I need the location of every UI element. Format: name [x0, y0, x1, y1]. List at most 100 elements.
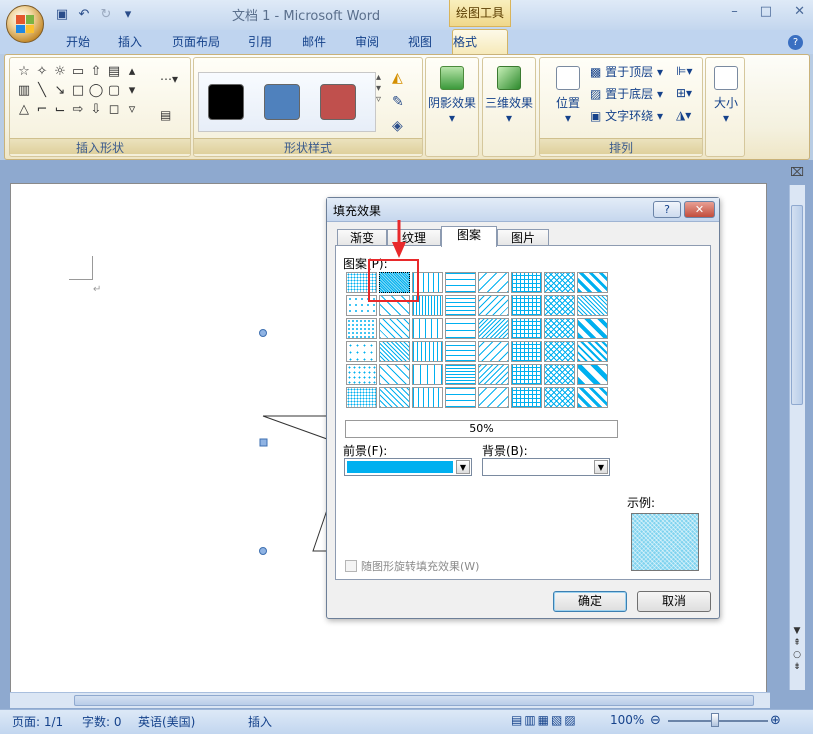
pattern-swatch[interactable] [478, 341, 509, 362]
tab-pattern[interactable]: 图案 [441, 226, 497, 247]
language[interactable]: 英语(美国) [138, 713, 195, 730]
pattern-swatch[interactable] [577, 295, 608, 316]
pattern-swatch[interactable] [379, 318, 410, 339]
scroll-down-icon[interactable]: ▾ [123, 83, 141, 102]
maximize-button[interactable]: □ [760, 4, 772, 19]
zoom-in-icon[interactable]: ⊕ [770, 713, 781, 728]
background-color-select[interactable]: ▼ [482, 458, 610, 476]
gallery-scroll-icon[interactable]: ▴ ▾ ▿ [376, 72, 381, 105]
callout-icon[interactable]: ◻ [105, 102, 123, 121]
pattern-swatch[interactable] [511, 341, 542, 362]
foreground-color-select[interactable]: ▼ [344, 458, 472, 476]
pattern-swatch[interactable] [544, 272, 575, 293]
pattern-swatch[interactable] [445, 364, 476, 385]
line-icon[interactable]: ╲ [33, 83, 51, 102]
pattern-swatch[interactable] [511, 295, 542, 316]
edit-shape-icon[interactable]: ⋯▾ [160, 72, 178, 86]
send-to-back-button[interactable]: ▨ 置于底层 ▾ [590, 84, 663, 104]
resize-handle[interactable] [259, 438, 268, 447]
pattern-swatch[interactable] [412, 341, 443, 362]
pattern-swatch[interactable] [544, 364, 575, 385]
style-swatch-red[interactable] [320, 84, 356, 120]
3d-effects-button[interactable]: 三维效果 ▾ [483, 62, 535, 125]
right-arrow-icon[interactable]: ⇨ [69, 102, 87, 121]
style-swatch-black[interactable] [208, 84, 244, 120]
rotate-checkbox[interactable] [345, 560, 357, 572]
pattern-swatch[interactable] [577, 318, 608, 339]
resize-handle[interactable] [259, 547, 267, 555]
pattern-swatch[interactable] [379, 341, 410, 362]
pattern-swatch[interactable] [412, 318, 443, 339]
tab-insert[interactable]: 插入 [110, 33, 150, 54]
browse-controls[interactable]: ▼ ⇞ ○ ⇟ [790, 625, 804, 673]
customize-qat-icon[interactable]: ▾ [120, 7, 136, 23]
tab-home[interactable]: 开始 [58, 33, 98, 54]
zoom-level[interactable]: 100% [610, 713, 644, 727]
bring-to-front-button[interactable]: ▩ 置于顶层 ▾ [590, 62, 663, 82]
elbow2-icon[interactable]: ⌙ [51, 102, 69, 121]
insert-mode[interactable]: 插入 [248, 713, 272, 730]
tab-review[interactable]: 审阅 [347, 33, 387, 54]
pattern-swatch[interactable] [346, 318, 377, 339]
dialog-close-button[interactable]: ✕ [684, 201, 715, 218]
elbow-icon[interactable]: ⌐ [33, 102, 51, 121]
align-icon[interactable]: ⊫▾ [676, 64, 692, 78]
group-icon[interactable]: ⊞▾ [676, 86, 692, 100]
pattern-swatch[interactable] [346, 341, 377, 362]
pattern-swatch[interactable] [346, 364, 377, 385]
tab-mailings[interactable]: 邮件 [294, 33, 334, 54]
pattern-swatch[interactable] [577, 341, 608, 362]
triangle-icon[interactable]: △ [15, 102, 33, 121]
arrow-line-icon[interactable]: ↘ [51, 83, 69, 102]
style-swatch-blue[interactable] [264, 84, 300, 120]
ok-button[interactable]: 确定 [553, 591, 627, 612]
down-arrow-icon[interactable]: ⇩ [87, 102, 105, 121]
outline-color-icon[interactable]: ✎ [392, 94, 404, 110]
office-button[interactable] [6, 5, 44, 43]
tab-view[interactable]: 视图 [400, 33, 440, 54]
pattern-swatch[interactable] [445, 272, 476, 293]
tab-references[interactable]: 引用 [240, 33, 280, 54]
up-arrow-icon[interactable]: ⇧ [87, 64, 105, 83]
pattern-swatch[interactable] [511, 318, 542, 339]
pattern-swatch[interactable] [346, 387, 377, 408]
page-count[interactable]: 页面: 1/1 [12, 713, 63, 730]
add-text-icon[interactable]: ▤ [160, 108, 171, 122]
pattern-swatch[interactable] [445, 387, 476, 408]
zoom-slider-thumb[interactable] [711, 713, 719, 727]
pattern-swatch[interactable] [544, 295, 575, 316]
minimize-button[interactable]: – [731, 4, 738, 19]
rotate-icon[interactable]: ◮▾ [676, 108, 691, 122]
rounded-rect-icon[interactable]: ▢ [105, 83, 123, 102]
textbox-icon[interactable]: ▤ [105, 64, 123, 83]
pattern-swatch[interactable] [478, 318, 509, 339]
sun-icon[interactable]: ☼ [51, 64, 69, 83]
shapes-gallery[interactable]: ☆ ✧ ☼ ▭ ⇧ ▤ ▴ ▥ ╲ ↘ □ ◯ ▢ ▾ △ ⌐ ⌙ ⇨ ⇩ ◻ ▿ [15, 64, 143, 121]
pattern-swatch[interactable] [445, 295, 476, 316]
change-shape-icon[interactable]: ◈ [392, 118, 403, 134]
size-button[interactable]: 大小 ▾ [700, 62, 752, 125]
pattern-swatch[interactable] [544, 318, 575, 339]
pattern-swatch[interactable] [478, 364, 509, 385]
tab-format[interactable]: 格式 [452, 29, 508, 55]
undo-icon[interactable]: ↶ [76, 7, 92, 23]
star5-icon[interactable]: ☆ [15, 64, 33, 83]
pattern-swatch[interactable] [478, 272, 509, 293]
redo-icon[interactable]: ↻ [98, 7, 114, 23]
position-button[interactable]: 位置 ▾ [542, 62, 594, 125]
pattern-swatch[interactable] [412, 364, 443, 385]
pattern-swatch[interactable] [544, 387, 575, 408]
pattern-swatch[interactable] [445, 341, 476, 362]
horizontal-scrollbar[interactable] [10, 692, 770, 708]
pattern-swatch[interactable] [577, 272, 608, 293]
oval-icon[interactable]: ◯ [87, 83, 105, 102]
pattern-swatch[interactable] [379, 364, 410, 385]
star4-icon[interactable]: ✧ [33, 64, 51, 83]
rect-icon[interactable]: ▭ [69, 64, 87, 83]
resize-handle[interactable] [259, 329, 267, 337]
pattern-swatch[interactable] [445, 318, 476, 339]
cancel-button[interactable]: 取消 [637, 591, 711, 612]
horizontal-scroll-thumb[interactable] [74, 695, 754, 706]
pattern-swatch[interactable] [577, 364, 608, 385]
close-button[interactable]: ✕ [794, 4, 805, 19]
